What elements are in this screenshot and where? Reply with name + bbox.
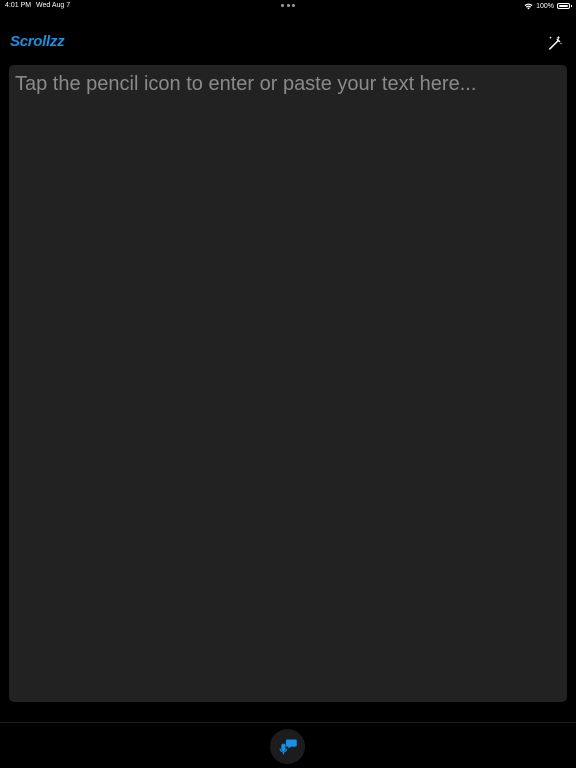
text-editor-area[interactable]: Tap the pencil icon to enter or paste yo… <box>9 65 567 702</box>
battery-icon <box>557 3 572 9</box>
battery-percentage: 100% <box>536 2 554 10</box>
magic-wand-icon <box>549 35 563 50</box>
status-indicators: 100% <box>524 1 572 11</box>
voice-chat-button[interactable] <box>270 729 305 764</box>
wifi-icon <box>524 3 533 9</box>
status-bar: 4:01 PM Wed Aug 7 100% <box>0 0 576 12</box>
ellipsis-icon[interactable] <box>281 4 295 8</box>
status-time: 4:01 PM <box>5 2 32 9</box>
app-title: Scrollzz <box>10 33 65 50</box>
magic-wand-button[interactable] <box>544 32 566 54</box>
voice-chat-icon <box>279 739 297 754</box>
status-date: Wed Aug 7 <box>36 2 71 9</box>
navigation-bar: Scrollzz <box>0 26 576 60</box>
app-screen: 4:01 PM Wed Aug 7 100% Scrollzz Tap the … <box>0 0 576 768</box>
editor-placeholder: Tap the pencil icon to enter or paste yo… <box>15 73 477 95</box>
bottom-divider <box>0 722 576 723</box>
